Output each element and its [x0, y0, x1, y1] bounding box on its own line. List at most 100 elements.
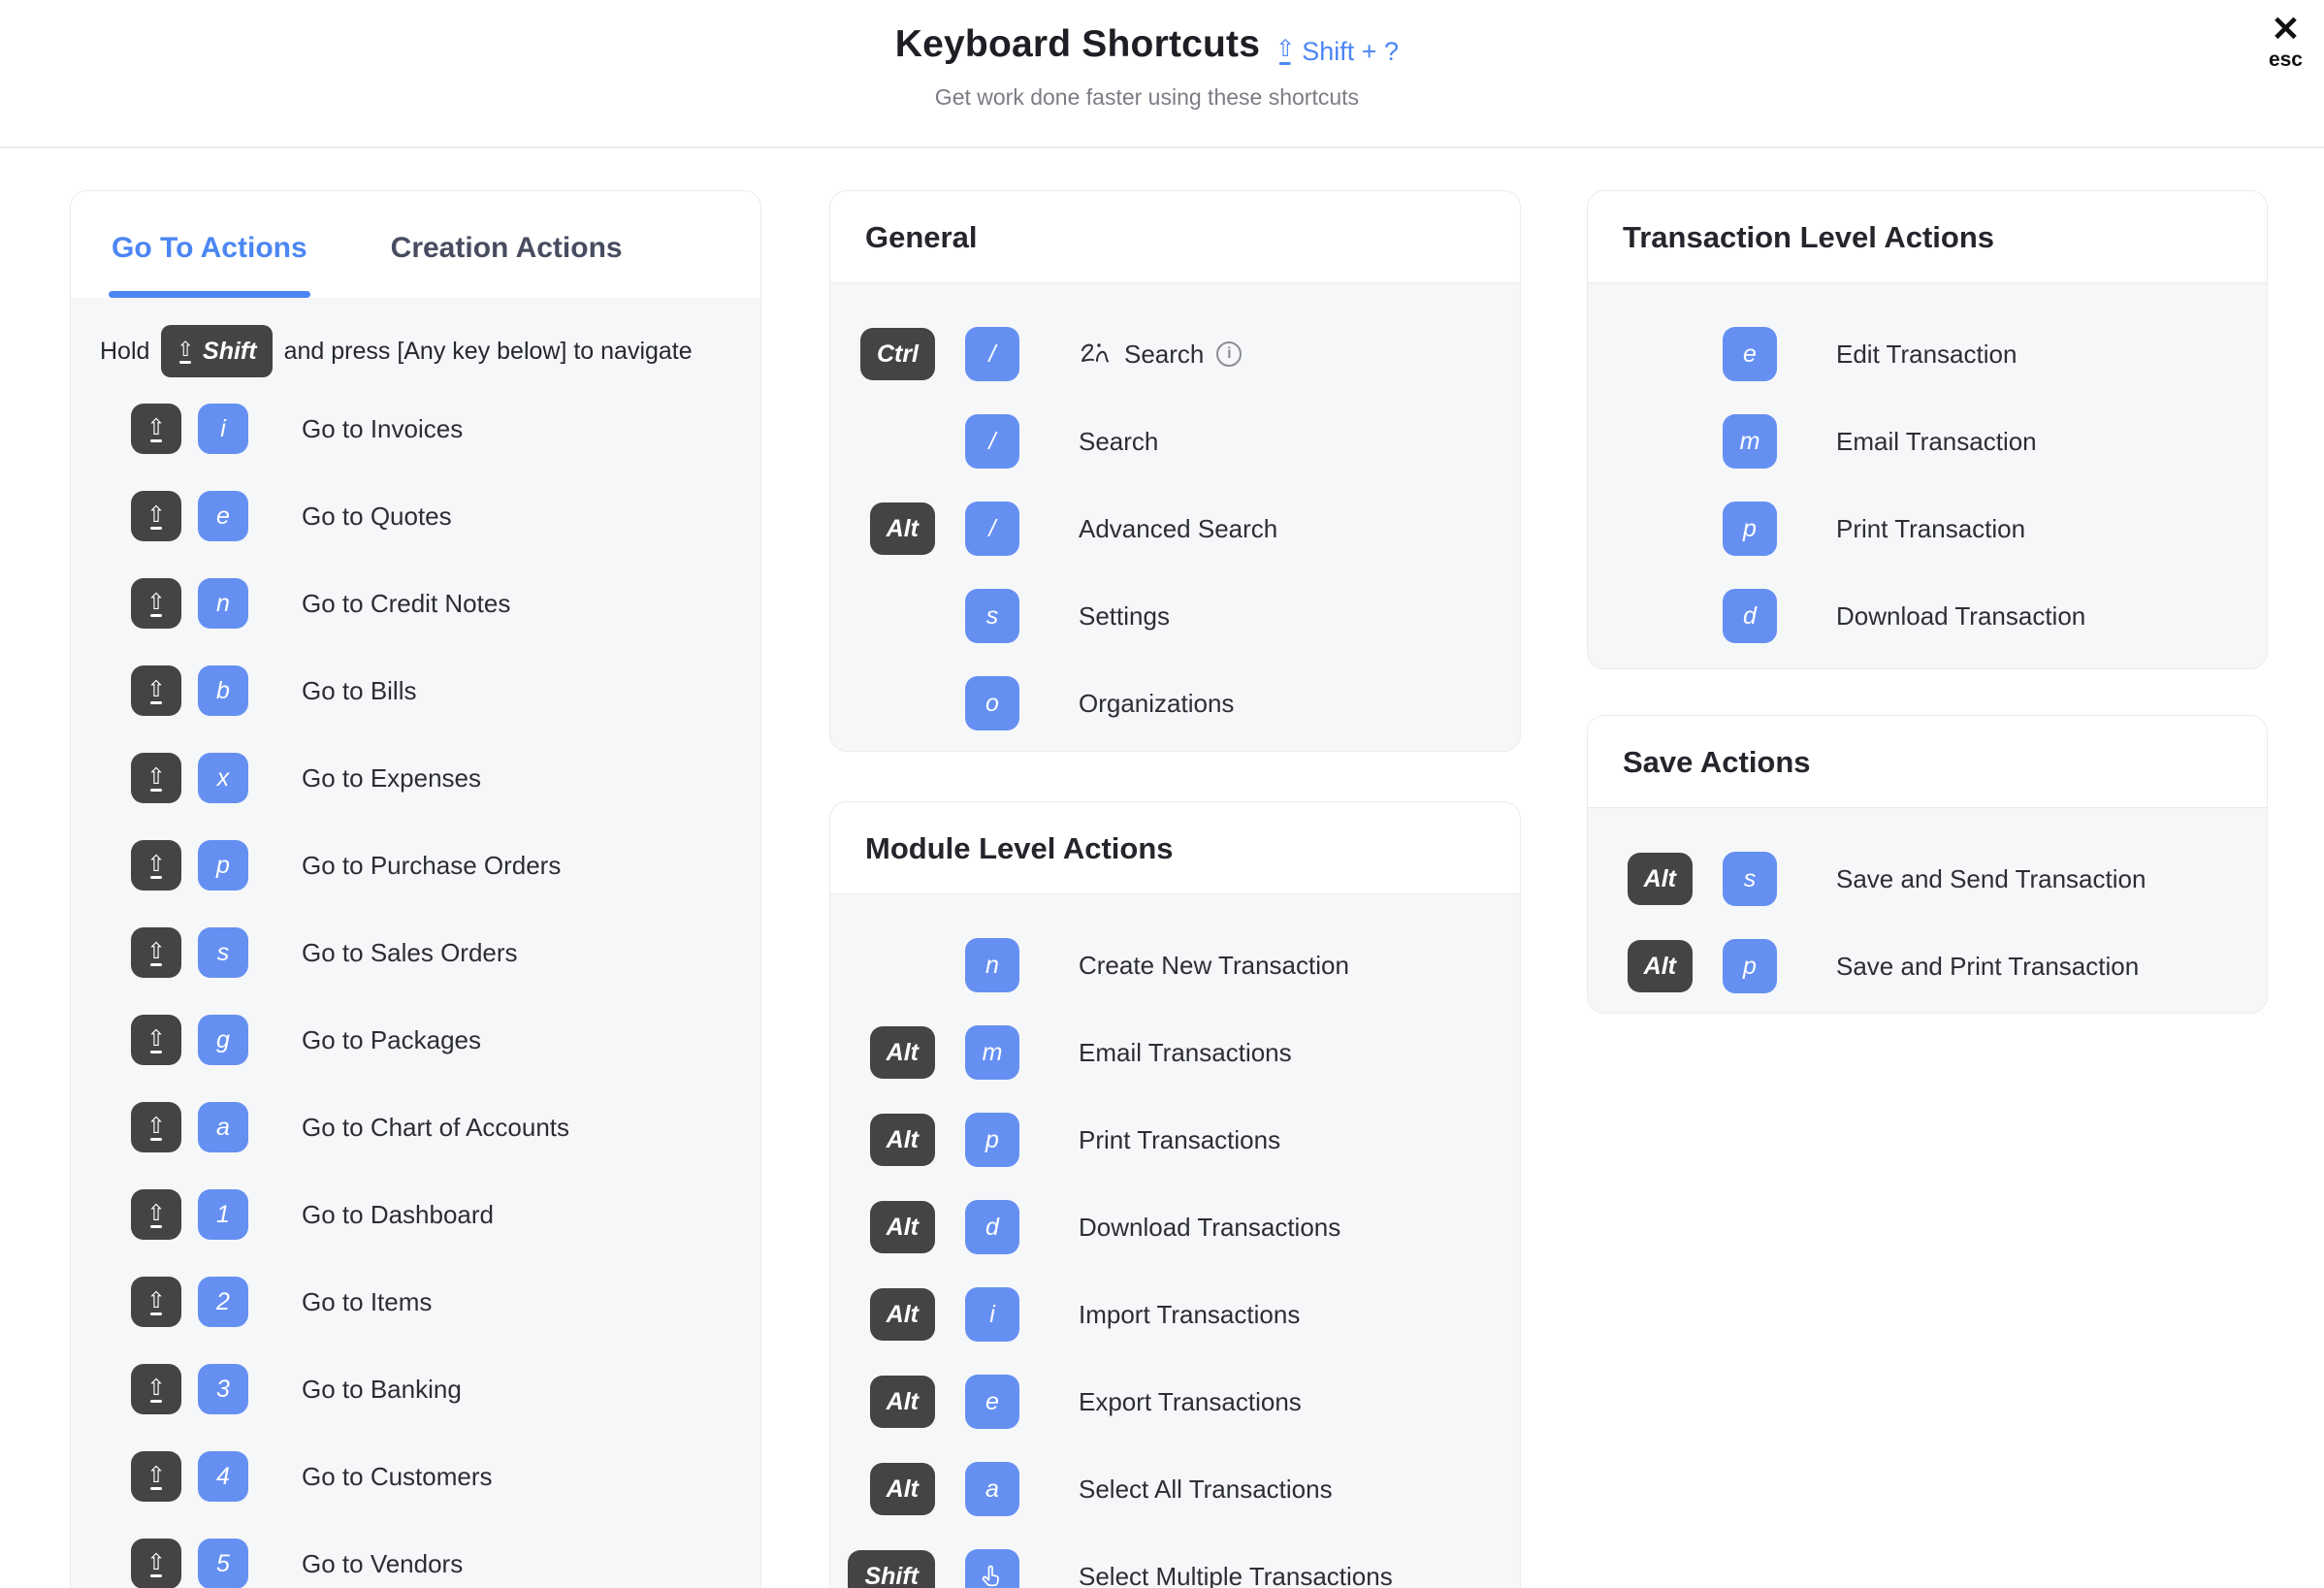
- modifier-key: Alt: [870, 1114, 935, 1166]
- shortcut-label: Go to Expenses: [302, 763, 481, 794]
- shortcut-row: Alt i Import Transactions i: [838, 1271, 1501, 1358]
- shortcut-row: ⇧ a Go to Chart of Accounts: [71, 1084, 741, 1171]
- letter-key: /: [965, 502, 1019, 556]
- shortcut-row: Ctrl / Search i: [838, 310, 1501, 398]
- shortcut-row: ⇧ e Go to Quotes: [71, 472, 741, 560]
- shift-icon: ⇧: [1275, 38, 1295, 65]
- shortcut-row: Alt p Print Transactions i: [838, 1096, 1501, 1183]
- save-actions-card: Save Actions Alt s Save and Send Transac…: [1587, 715, 2268, 1014]
- modifier-key: Shift: [848, 1550, 935, 1588]
- tab-bar: Go To Actions Creation Actions: [71, 191, 760, 298]
- shift-icon: ⇧: [146, 503, 165, 530]
- shortcut-row: m Email Transaction: [1596, 398, 2247, 485]
- shortcut-row: Alt / Advanced Search i: [838, 485, 1501, 572]
- transaction-level-actions-card: Transaction Level Actions e Edit Transac…: [1587, 190, 2268, 669]
- shortcut-row: ⇧ x Go to Expenses: [71, 734, 741, 822]
- shortcut-row: Alt a Select All Transactions i: [838, 1445, 1501, 1533]
- shift-icon: ⇧: [146, 1115, 165, 1141]
- shortcut-hint: ⇧ Shift + ?: [1275, 37, 1399, 67]
- shortcut-label: Go to Items: [302, 1287, 432, 1317]
- modal-header: Keyboard Shortcuts ⇧ Shift + ? Get work …: [0, 0, 2324, 148]
- letter-key: d: [1723, 589, 1777, 643]
- letter-key: o: [965, 676, 1019, 730]
- shortcut-row: Shift Select Multiple Transactions i: [838, 1533, 1501, 1588]
- letter-key: n: [965, 938, 1019, 992]
- letter-key: m: [965, 1025, 1019, 1080]
- letter-key: s: [965, 589, 1019, 643]
- shortcut-row: ⇧ b Go to Bills: [71, 647, 741, 734]
- modifier-key: Alt: [1628, 853, 1693, 905]
- letter-key: m: [1723, 414, 1777, 469]
- shortcut-row: n Create New Transaction i: [838, 922, 1501, 1009]
- shortcut-row: ⇧ 2 Go to Items: [71, 1258, 741, 1345]
- shortcut-row: Alt m Email Transactions i: [838, 1009, 1501, 1096]
- shift-key: ⇧: [131, 491, 181, 541]
- zia-icon: [1079, 340, 1114, 368]
- keyboard-shortcuts-modal: Keyboard Shortcuts ⇧ Shift + ? Get work …: [0, 0, 2324, 1588]
- shift-key: ⇧: [131, 1015, 181, 1065]
- tab-go-to-actions[interactable]: Go To Actions: [112, 232, 307, 298]
- shortcut-row: d Download Transaction: [1596, 572, 2247, 660]
- modifier-key: Alt: [870, 1201, 935, 1253]
- letter-key: i: [965, 1287, 1019, 1342]
- shift-icon: ⇧: [146, 591, 165, 617]
- close-icon[interactable]: ✕: [2271, 12, 2300, 47]
- letter-key: g: [198, 1015, 248, 1065]
- tab-creation-actions[interactable]: Creation Actions: [391, 232, 623, 298]
- shortcut-label: Download Transactions: [1079, 1213, 1340, 1243]
- shortcut-label: Email Transaction: [1836, 427, 2037, 457]
- shortcut-label: Go to Customers: [302, 1462, 493, 1492]
- shortcut-row: ⇧ i Go to Invoices: [71, 385, 741, 472]
- letter-key: p: [1723, 502, 1777, 556]
- pointer-icon: [979, 1563, 1006, 1588]
- letter-key: e: [965, 1375, 1019, 1429]
- shortcut-label: Go to Quotes: [302, 502, 452, 532]
- modifier-key: Alt: [870, 502, 935, 555]
- shift-icon: ⇧: [146, 1377, 165, 1403]
- shift-icon: ⇧: [177, 340, 194, 364]
- shift-icon: ⇧: [146, 1202, 165, 1228]
- letter-key: d: [965, 1200, 1019, 1254]
- letter-key: p: [965, 1113, 1019, 1167]
- info-icon[interactable]: i: [1216, 341, 1242, 367]
- go-to-actions-card: Go To Actions Creation Actions Hold ⇧ Sh…: [70, 190, 761, 1588]
- modifier-key: Alt: [870, 1288, 935, 1341]
- modifier-key: Alt: [1628, 940, 1693, 992]
- shift-icon: ⇧: [146, 1551, 165, 1577]
- shortcut-row: e Edit Transaction: [1596, 310, 2247, 398]
- shortcut-label: Advanced Search: [1079, 514, 1277, 544]
- shortcut-label: Settings: [1079, 601, 1170, 632]
- close-button[interactable]: ✕ esc: [2269, 12, 2303, 72]
- shortcut-label: Go to Purchase Orders: [302, 851, 561, 881]
- card-title: General: [865, 220, 977, 254]
- shift-key: ⇧: [131, 1277, 181, 1327]
- shortcut-row: Alt d Download Transactions i: [838, 1183, 1501, 1271]
- active-tab-underline: [109, 291, 310, 298]
- shortcut-row: ⇧ 1 Go to Dashboard: [71, 1171, 741, 1258]
- letter-key: e: [198, 491, 248, 541]
- shortcut-label: Go to Credit Notes: [302, 589, 510, 619]
- general-card: General Ctrl /: [829, 190, 1521, 752]
- letter-key: /: [965, 327, 1019, 381]
- shortcut-row: p Print Transaction: [1596, 485, 2247, 572]
- letter-key: n: [198, 578, 248, 629]
- shift-key: ⇧: [131, 404, 181, 454]
- shortcut-label: Select Multiple Transactions: [1079, 1562, 1393, 1588]
- shift-icon: ⇧: [146, 1289, 165, 1315]
- module-level-actions-card: Module Level Actions n: [829, 801, 1521, 1588]
- shortcut-row: ⇧ 3 Go to Banking: [71, 1345, 741, 1433]
- shortcut-row: s Settings i: [838, 572, 1501, 660]
- letter-key: b: [198, 665, 248, 716]
- shortcut-label: Save and Print Transaction: [1836, 952, 2139, 982]
- letter-key: p: [1723, 939, 1777, 993]
- shortcut-row: Alt e Export Transactions i: [838, 1358, 1501, 1445]
- shortcut-label: Email Transactions: [1079, 1038, 1292, 1068]
- shortcut-label: Print Transaction: [1836, 514, 2025, 544]
- shortcut-label: Export Transactions: [1079, 1387, 1302, 1417]
- shortcut-row: / Search i: [838, 398, 1501, 485]
- shortcut-label: Print Transactions: [1079, 1125, 1280, 1155]
- letter-key: s: [198, 927, 248, 978]
- shift-key: ⇧: [131, 1539, 181, 1588]
- shortcut-row: Alt p Save and Print Transaction: [1596, 923, 2247, 1010]
- letter-key: 2: [198, 1277, 248, 1327]
